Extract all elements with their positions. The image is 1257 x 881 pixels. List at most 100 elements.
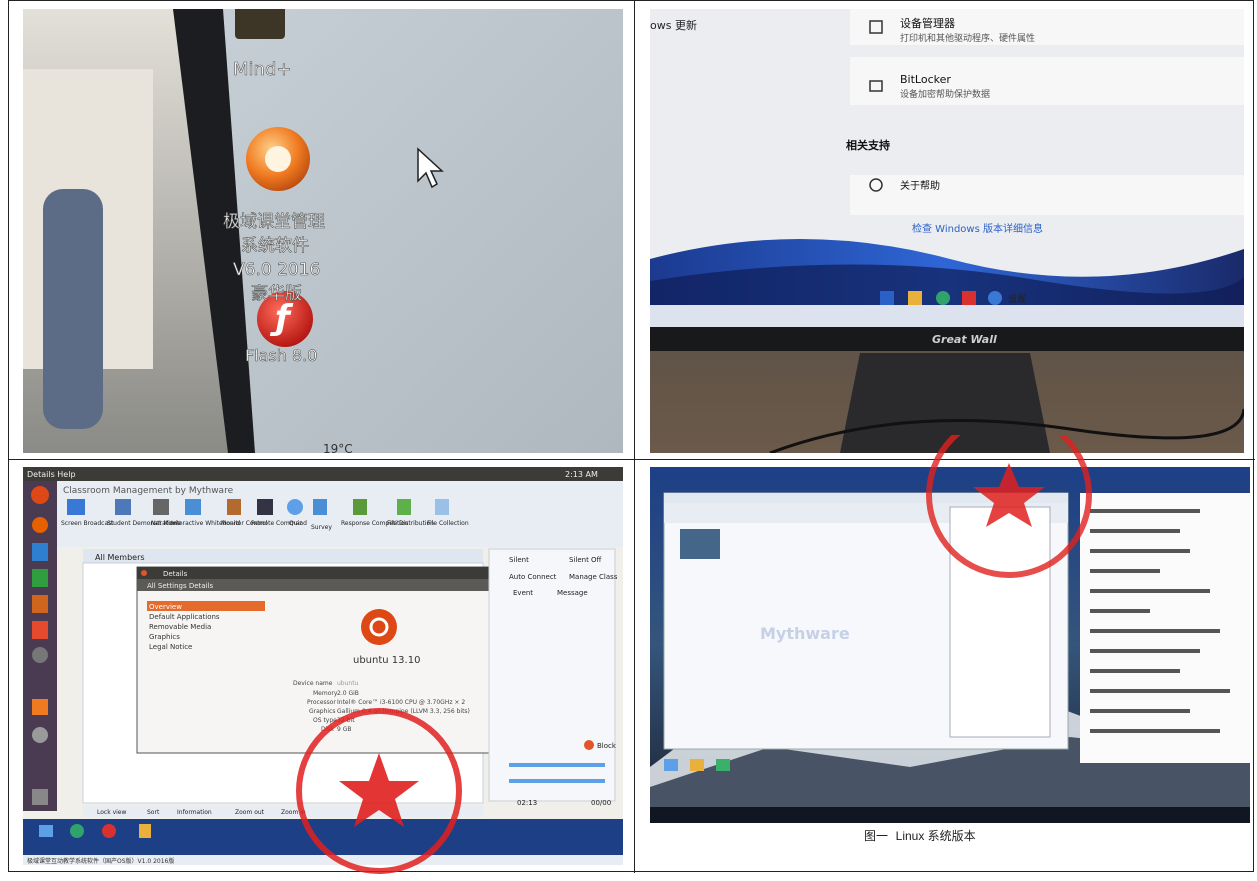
monitor-brand-logo: Great Wall [932,333,997,346]
wps-icon[interactable] [962,291,976,305]
windows-version-link[interactable]: 检查 Windows 版本详细信息 [912,222,1043,235]
device-manager-title[interactable]: 设备管理器 [900,16,955,30]
document-grid: ƒ Mind+ 极域课堂管理 系统软件 V6.0 2016 豪华版 Flash … [8,0,1255,874]
block-button[interactable]: Block [597,742,617,750]
sort-button[interactable]: Sort [147,809,160,816]
edge-icon[interactable] [70,824,84,838]
bitlocker-desc: 设备加密帮助保护数据 [900,88,990,100]
toolbar: Screen Broadcast Student Demonstration N… [61,499,469,531]
device-manager-desc: 打印机和其他驱动程序、硬件属性 [900,32,1035,44]
figure-caption: 图一 Linux 系统版本 [864,827,976,844]
desktop-icon-label: 豪华版 [251,283,302,304]
screen-broadcast-icon[interactable] [67,499,85,515]
dialog-menu-item[interactable]: Default Applications [149,613,220,621]
start-icon[interactable] [880,291,894,305]
writer-icon[interactable] [32,543,48,561]
photo-windows-settings: ows 更新 设备管理器 打印机和其他驱动程序、硬件属性 BitLocker 设… [650,9,1244,453]
calc-icon[interactable] [32,569,48,587]
ubuntu-dash-icon[interactable] [31,486,49,504]
quiz-icon[interactable] [287,499,303,515]
caption-prefix: 图一 [864,829,889,843]
trash-icon[interactable] [32,789,48,805]
bitlocker-title[interactable]: BitLocker [900,73,951,86]
gear-icon[interactable] [32,727,48,743]
file-collection-icon[interactable] [435,499,449,515]
computer-icon[interactable] [39,825,53,837]
system-settings-icon[interactable] [32,647,48,663]
support-help-link[interactable]: 关于帮助 [900,179,940,192]
silent-off-button[interactable]: Silent Off [569,556,602,564]
auto-connect-button[interactable]: Auto Connect [509,573,557,581]
caption-text: Linux 系统版本 [895,829,976,843]
settings-gear-icon[interactable] [988,291,1002,305]
ubuntu-top-menu[interactable]: Details Help [27,470,76,479]
company-seal-stamp-2 [926,435,1092,578]
mythware-icon[interactable] [32,699,48,715]
company-seal-stamp [296,708,462,874]
counter-text: 00/00 [591,799,611,807]
response-icon[interactable] [353,499,367,515]
dialog-breadcrumb[interactable]: All Settings Details [147,582,213,590]
ubuntu-logo-icon [361,609,397,645]
firefox-icon[interactable] [32,517,48,533]
net-movie-icon[interactable] [153,499,169,515]
impress-icon[interactable] [32,595,48,613]
weather-text: 19°C [323,442,353,453]
remote-command-icon[interactable] [257,499,273,515]
desktop-icon-label: 极域课堂管理 [223,212,325,232]
photo-desktop-icons: ƒ Mind+ 极域课堂管理 系统软件 V6.0 2016 豪华版 Flash … [23,9,623,453]
manage-class-button[interactable]: Manage Class [569,573,618,581]
app-title: Classroom Management by Mythware [63,486,234,496]
message-tab[interactable]: Message [557,589,588,597]
lock-view-button[interactable]: Lock view [97,809,126,816]
toolbar-label[interactable]: File Collection [427,520,469,527]
dialog-menu-item[interactable]: Graphics [149,633,180,641]
desktop-icon-label: V6.0 2016 [233,260,320,280]
desktop-icon-label: 系统软件 [241,236,309,256]
spec-value: ubuntu [337,680,359,687]
ubuntu-clock: 2:13 AM [565,470,598,479]
folder-icon[interactable] [908,291,922,305]
grid-divider-vertical [634,1,635,873]
silent-button[interactable]: Silent [509,556,529,564]
monitor-control-icon[interactable] [227,499,241,515]
spec-value: 2.0 GiB [337,690,359,697]
block-icon[interactable] [584,740,594,750]
whiteboard-icon[interactable] [185,499,201,515]
timer-text: 02:13 [517,799,537,807]
support-heading: 相关支持 [846,138,890,152]
folder-icon[interactable] [690,759,704,771]
tab-all-members[interactable]: All Members [95,553,145,562]
mic-slider[interactable] [509,779,605,783]
desktop-icon-label: Mind+ [233,59,291,80]
computer-icon[interactable] [664,759,678,771]
dialog-title: Details [163,570,188,578]
taskbar-settings-label: 设置 [1008,294,1026,305]
spec-key: Device name [293,680,333,687]
zoom-out-button[interactable]: Zoom out [235,809,265,816]
lower-window-title: 极域课堂互动教学系统软件（国产OS版）V1.0 2016版 [27,857,174,865]
file-icon[interactable] [139,824,151,838]
student-demo-icon[interactable] [115,499,131,515]
os-name: ubuntu 13.10 [353,655,420,666]
desktop-icon-label: Flash 8.0 [245,346,317,365]
dialog-menu-item[interactable]: Overview [149,603,182,611]
app-icon[interactable] [716,759,730,771]
dialog-menu-item[interactable]: Legal Notice [149,643,192,651]
toolbar-label[interactable]: Survey [311,524,332,531]
close-icon[interactable] [141,570,147,576]
software-center-icon[interactable] [32,621,48,639]
file-distribution-icon[interactable] [397,499,411,515]
student-thumbnail[interactable] [680,529,720,559]
spec-key: Memory [313,690,338,697]
information-button[interactable]: Information [177,809,212,816]
app-icon[interactable] [102,824,116,838]
edge-icon[interactable] [936,291,950,305]
mythware-watermark-logo: Mythware [760,624,850,643]
settings-fragment-label: ows 更新 [650,18,697,32]
volume-slider[interactable] [509,763,605,767]
survey-icon[interactable] [313,499,327,515]
toolbar-label[interactable]: Quiz [289,520,302,527]
event-tab[interactable]: Event [513,589,533,597]
dialog-menu-item[interactable]: Removable Media [149,623,211,631]
